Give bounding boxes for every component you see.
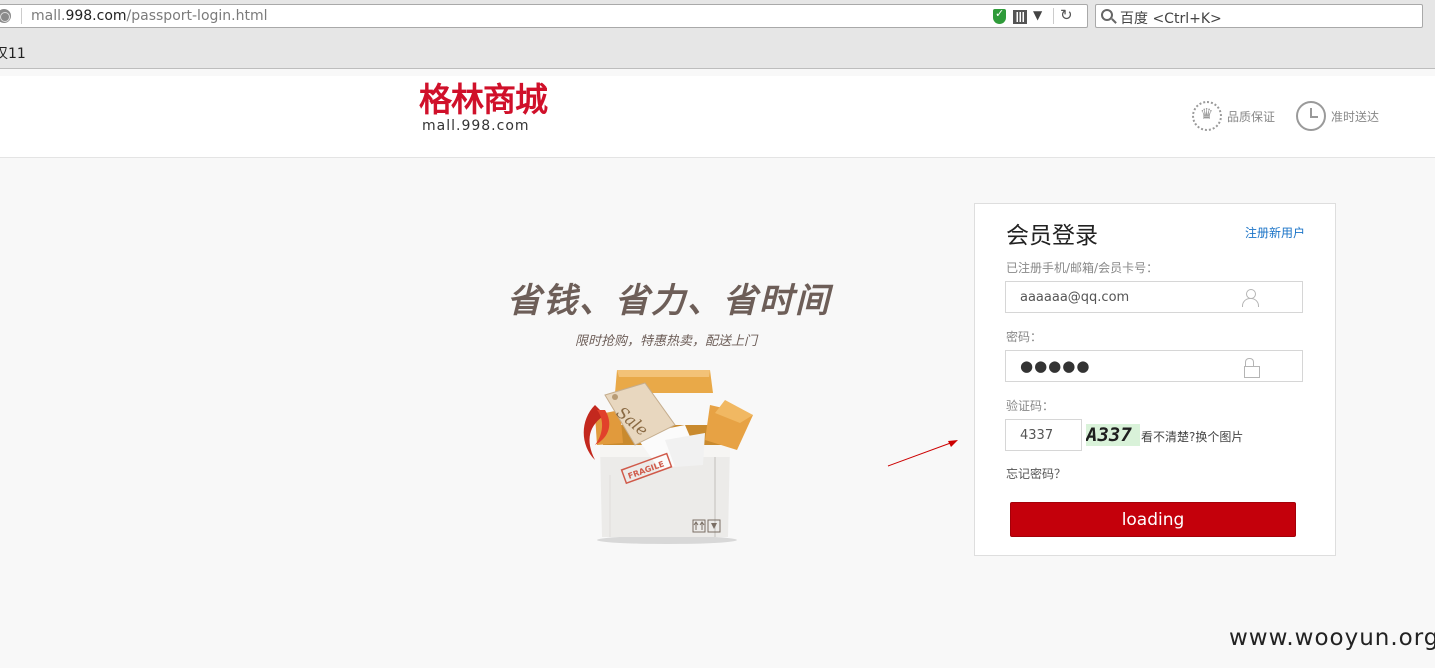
password-field[interactable]: ●●●●● bbox=[1005, 350, 1303, 382]
login-title: 会员登录 bbox=[1006, 223, 1098, 249]
url-prefix: mall. bbox=[31, 8, 66, 24]
account-input[interactable] bbox=[1006, 282, 1246, 312]
crown-icon bbox=[1192, 101, 1222, 131]
login-panel: 会员登录 注册新用户 已注册手机/邮箱/会员卡号： 密码： ●●●●● 验证码：… bbox=[974, 203, 1336, 556]
sale-box-illustration: Sale FRAGILE bbox=[583, 370, 753, 544]
divider bbox=[1053, 8, 1054, 24]
forgot-password-link[interactable]: 忘记密码？ bbox=[1006, 465, 1066, 482]
login-button[interactable]: loading bbox=[1010, 502, 1296, 537]
promise-quality: 品质保证 bbox=[1192, 100, 1275, 132]
shield-icon[interactable] bbox=[993, 7, 1006, 24]
captcha-input[interactable] bbox=[1006, 420, 1080, 450]
logo-url[interactable]: mall.998.com bbox=[422, 118, 530, 134]
register-link[interactable]: 注册新用户 bbox=[1245, 224, 1305, 241]
address-url[interactable]: mall.998.com/passport-login.html bbox=[31, 8, 268, 24]
password-label: 密码： bbox=[1006, 330, 1043, 344]
bookmark-item[interactable]: 汉11 bbox=[0, 43, 26, 63]
user-icon bbox=[1242, 289, 1259, 307]
promo-subslogan: 限时抢购，特惠热卖，配送上门 bbox=[575, 334, 758, 349]
logo-title[interactable]: 格林商城 bbox=[419, 80, 548, 120]
promo-slogan: 省钱、省力、省时间 bbox=[507, 281, 831, 321]
promise-label: 品质保证 bbox=[1227, 109, 1276, 124]
captcha-refresh-link[interactable]: 看不清楚?换个图片 bbox=[1141, 428, 1243, 445]
url-path: /passport-login.html bbox=[126, 8, 268, 24]
site-header: 格林商城 mall.998.com 品质保证 准时送达 bbox=[0, 76, 1435, 158]
browser-toolbar: mall.998.com/passport-login.html ▼ ↻ 百度 … bbox=[0, 0, 1435, 69]
divider bbox=[21, 8, 22, 24]
account-label: 已注册手机/邮箱/会员卡号： bbox=[1006, 261, 1159, 275]
lock-icon bbox=[1244, 358, 1260, 378]
promise-delivery: 准时送达 bbox=[1296, 100, 1379, 132]
url-domain: 998.com bbox=[65, 8, 127, 24]
globe-icon bbox=[0, 9, 11, 23]
search-bar[interactable]: 百度 <Ctrl+K> bbox=[1095, 4, 1423, 28]
annotation-arrow bbox=[887, 440, 958, 467]
search-placeholder: 百度 <Ctrl+K> bbox=[1120, 11, 1222, 27]
captcha-image[interactable]: A337 bbox=[1086, 424, 1140, 446]
watermark: www.wooyun.org bbox=[1229, 625, 1435, 651]
promise-label: 准时送达 bbox=[1331, 109, 1380, 124]
search-icon bbox=[1101, 9, 1113, 21]
reload-icon[interactable]: ↻ bbox=[1060, 6, 1073, 24]
captcha-field[interactable] bbox=[1005, 419, 1082, 451]
captcha-label: 验证码： bbox=[1006, 399, 1055, 413]
clock-icon bbox=[1296, 101, 1326, 131]
chevron-down-icon[interactable]: ▼ bbox=[1033, 8, 1042, 22]
account-field[interactable] bbox=[1005, 281, 1303, 313]
password-input[interactable]: ●●●●● bbox=[1020, 357, 1090, 375]
address-bar[interactable]: mall.998.com/passport-login.html ▼ ↻ bbox=[0, 4, 1088, 28]
qrcode-icon[interactable] bbox=[1013, 10, 1027, 24]
